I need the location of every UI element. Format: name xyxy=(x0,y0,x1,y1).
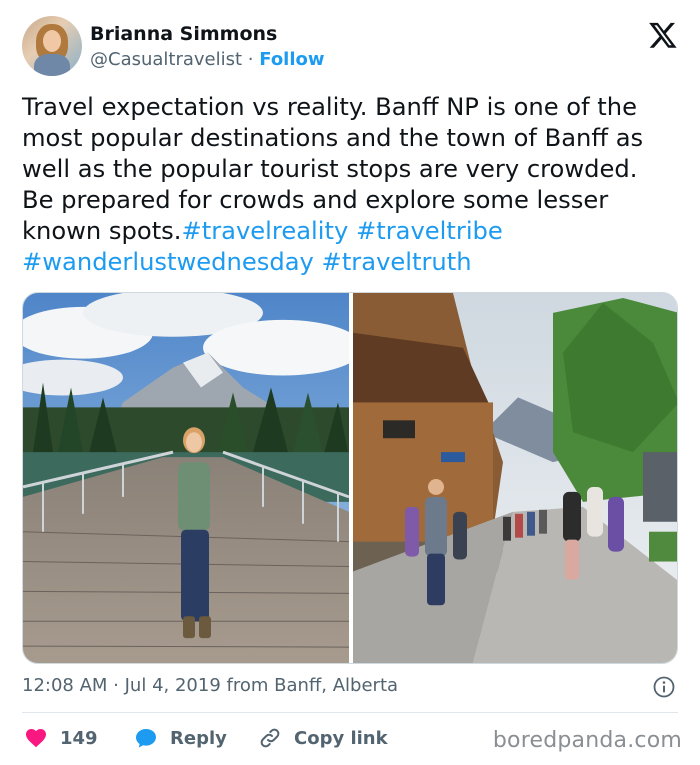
photo-expectation[interactable] xyxy=(23,293,349,663)
hashtag-link[interactable]: #wanderlustwednesday xyxy=(22,248,314,276)
tweet-line: Be prepared for crowds and explore some … xyxy=(22,186,609,214)
tweet-line-text: known spots. xyxy=(22,217,182,245)
tweet-meta: 12:08 AM · Jul 4, 2019 from Banff, Alber… xyxy=(22,675,398,696)
heart-icon xyxy=(26,729,46,748)
handle-separator: · xyxy=(242,49,260,70)
hashtag-link[interactable]: #travelreality xyxy=(181,217,348,245)
author-name[interactable]: Brianna Simmons xyxy=(90,23,277,45)
tweet-header: Brianna Simmons @Casualtravelist · Follo… xyxy=(22,16,682,78)
meta-separator: · xyxy=(107,675,125,696)
tweet-line: #wanderlustwednesday #traveltruth xyxy=(22,247,688,278)
watermark: boredpanda.com xyxy=(492,728,682,753)
copy-link-label: Copy link xyxy=(294,727,388,749)
tweet-time[interactable]: 12:08 AM xyxy=(22,675,107,696)
tweet-line: well as the popular tourist stops are ve… xyxy=(22,155,638,183)
divider xyxy=(22,712,678,713)
reply-label: Reply xyxy=(170,727,227,749)
hashtag-link[interactable]: #traveltribe xyxy=(356,217,503,245)
tweet-line: most popular destinations and the town o… xyxy=(22,124,644,152)
tweet-text: Travel expectation vs reality. Banff NP … xyxy=(22,92,688,278)
x-logo-icon[interactable] xyxy=(648,20,678,50)
author-handle[interactable]: @Casualtravelist xyxy=(90,49,242,70)
like-count: 149 xyxy=(60,727,98,749)
copy-link-button[interactable]: Copy link xyxy=(258,726,388,750)
avatar[interactable] xyxy=(22,16,82,76)
tweet-line: Travel expectation vs reality. Banff NP … xyxy=(22,93,637,121)
tweet-location: from Banff, Alberta xyxy=(220,675,399,696)
hashtag-link[interactable]: #traveltruth xyxy=(322,248,472,276)
like-button[interactable]: 149 xyxy=(24,726,98,750)
media-grid xyxy=(22,292,678,664)
author-handle-row: @Casualtravelist · Follow xyxy=(90,49,325,70)
info-icon[interactable] xyxy=(652,675,676,699)
speech-bubble-icon xyxy=(136,729,156,748)
tweet-line: known spots.#travelreality #traveltribe xyxy=(22,216,688,247)
follow-link[interactable]: Follow xyxy=(259,49,324,70)
link-icon xyxy=(260,728,280,748)
reply-button[interactable]: Reply xyxy=(134,726,227,750)
photo-reality[interactable] xyxy=(353,293,677,663)
tweet-date[interactable]: Jul 4, 2019 xyxy=(125,675,221,696)
